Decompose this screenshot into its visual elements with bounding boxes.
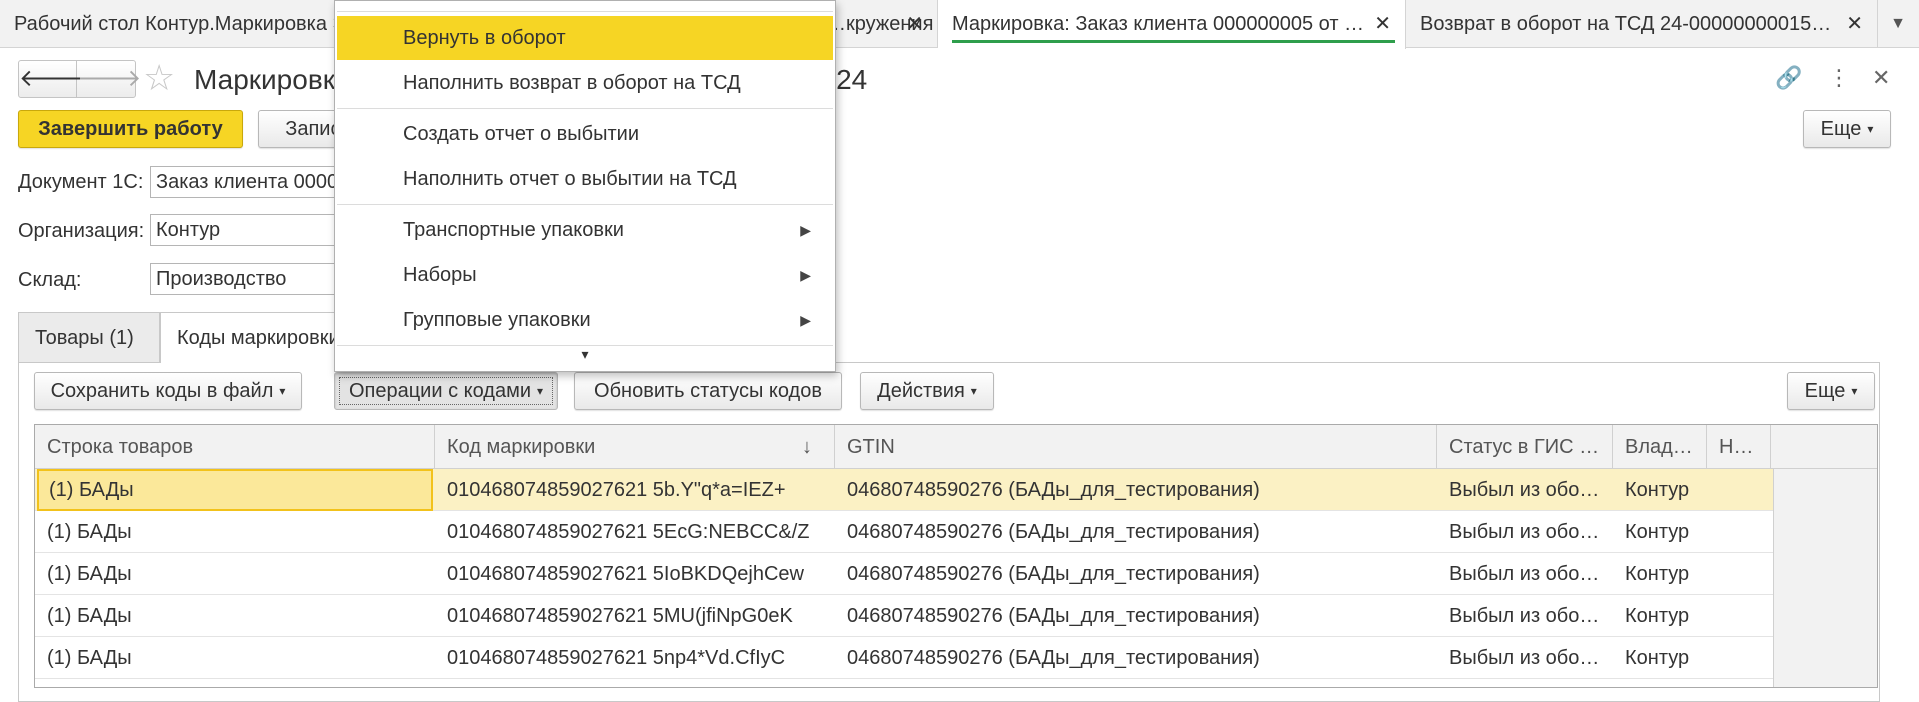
org-field[interactable]: Контур <box>150 214 350 246</box>
cell-gtin[interactable]: 04680748590276 (БАДы_для_тестирования) <box>835 637 1437 679</box>
column-header-owner[interactable]: Влад… <box>1613 425 1707 469</box>
close-icon[interactable]: ✕ <box>1872 62 1890 94</box>
menu-item-create-withdrawal-report[interactable]: Создать отчет о выбытии <box>337 112 833 156</box>
save-codes-button[interactable]: Сохранить коды в файл ▾ <box>34 372 302 410</box>
cell-gtin[interactable]: 04680748590276 (БАДы_для_тестирования) <box>835 553 1437 595</box>
tab-return-tsd[interactable]: Возврат в оборот на ТСД 24-00000000015… ✕ <box>1406 0 1878 48</box>
cell-goods-row[interactable]: (1) БАДы <box>35 637 435 679</box>
table-header: Строка товаров Код маркировки ↓ GTIN Стат… <box>35 425 1877 469</box>
cell-goods-row[interactable]: (1) БАДы <box>35 511 435 553</box>
back-arrow-icon[interactable]: 🡐 <box>19 61 83 97</box>
doc-label: Документ 1С: <box>18 171 144 193</box>
tab-environment[interactable]: …кружения ✕ <box>826 0 938 48</box>
menu-item-group-packages[interactable]: Групповые упаковки ▶ <box>337 298 833 342</box>
cell-gtin[interactable]: 04680748590276 (БАДы_для_тестирования) <box>835 511 1437 553</box>
table-row[interactable]: (1) БАДы 010468074859027621 5b.Y"q*a=IEZ… <box>35 469 1877 511</box>
menu-item-fill-withdrawal-tsd[interactable]: Наполнить отчет о выбытии на ТСД <box>337 157 833 201</box>
cell-owner[interactable]: Контур <box>1613 553 1707 595</box>
cell-owner[interactable]: Контур <box>1613 511 1707 553</box>
cell-goods-row[interactable]: (1) БАДы <box>37 469 433 511</box>
submenu-arrow-icon: ▶ <box>800 312 811 328</box>
warehouse-field[interactable]: Производство <box>150 263 350 295</box>
menu-divider <box>337 108 833 109</box>
column-header-gis-status[interactable]: Статус в ГИС … <box>1437 425 1613 469</box>
table-row[interactable]: (1) БАДы 010468074859027621 5IoBKDQejhCe… <box>35 553 1877 595</box>
cell-gtin[interactable]: 04680748590276 (БАДы_для_тестирования) <box>835 469 1437 511</box>
sort-arrow-icon: ↓ <box>802 436 812 458</box>
table-row[interactable]: (1) БАДы 010468074859027621 5EcG:NEBCC&/… <box>35 511 1877 553</box>
cell-owner[interactable]: Контур <box>1613 637 1707 679</box>
close-icon[interactable]: ✕ <box>906 0 923 48</box>
codes-more-button[interactable]: Еще ▾ <box>1787 372 1875 410</box>
cell-marking-code[interactable]: 010468074859027621 5IoBKDQejhCew <box>435 553 835 595</box>
code-operations-button[interactable]: Операции с кодами ▾ <box>334 372 558 410</box>
tab-marking-order[interactable]: Маркировка: Заказ клиента 000000005 от …… <box>938 0 1406 49</box>
table-scroll-area[interactable] <box>1773 469 1877 687</box>
cell-gis-status[interactable]: Выбыл из обо… <box>1437 511 1613 553</box>
cell-gtin[interactable]: 04680748590276 (БАДы_для_тестирования) <box>835 595 1437 637</box>
close-icon[interactable]: ✕ <box>1846 0 1863 48</box>
menu-item-sets[interactable]: Наборы ▶ <box>337 253 833 297</box>
tab-goods[interactable]: Товары (1) <box>18 312 160 362</box>
column-header-n[interactable]: Н… <box>1707 425 1771 469</box>
more-button[interactable]: Еще ▾ <box>1803 110 1891 148</box>
cell-marking-code[interactable]: 010468074859027621 5np4*Vd.CfIyC <box>435 637 835 679</box>
finish-work-button[interactable]: Завершить работу <box>18 110 243 148</box>
menu-item-return-to-circulation[interactable]: Вернуть в оборот <box>337 16 833 60</box>
doc-field[interactable]: Заказ клиента 000000005 <box>150 166 350 198</box>
nav-buttons: 🡐 🡒 <box>18 60 141 98</box>
menu-divider <box>337 204 833 205</box>
codes-table: Строка товаров Код маркировки ↓ GTIN Стат… <box>34 424 1878 688</box>
cell-goods-row[interactable]: (1) БАДы <box>35 595 435 637</box>
cell-owner[interactable]: Контур <box>1613 469 1707 511</box>
code-operations-menu: Вернуть в оборот Наполнить возврат в обо… <box>334 0 836 372</box>
cell-gis-status[interactable]: Выбыл из обо… <box>1437 469 1613 511</box>
submenu-arrow-icon: ▶ <box>800 222 811 238</box>
submenu-arrow-icon: ▶ <box>800 267 811 283</box>
actions-button[interactable]: Действия ▾ <box>860 372 994 410</box>
more-vertical-icon[interactable]: ⋮ <box>1828 62 1850 94</box>
cell-gis-status[interactable]: Выбыл из обо… <box>1437 595 1613 637</box>
cell-marking-code[interactable]: 010468074859027621 5EcG:NEBCC&/Z <box>435 511 835 553</box>
cell-marking-code[interactable]: 010468074859027621 5MU(jfiNpG0eK <box>435 595 835 637</box>
cell-goods-row[interactable]: (1) БАДы <box>35 553 435 595</box>
refresh-statuses-button[interactable]: Обновить статусы кодов <box>574 372 842 410</box>
table-row[interactable]: (1) БАДы 010468074859027621 5np4*Vd.CfIy… <box>35 637 1877 679</box>
link-icon[interactable]: 🔗 <box>1775 62 1802 94</box>
forward-arrow-icon[interactable]: 🡒 <box>77 61 141 97</box>
tabs-dropdown-icon[interactable]: ▼ <box>1878 0 1918 48</box>
org-label: Организация: <box>18 220 145 242</box>
tab-marking-codes[interactable]: Коды маркировки <box>160 312 350 363</box>
table-row[interactable]: (1) БАДы 010468074859027621 5MU(jfiNpG0e… <box>35 595 1877 637</box>
column-header-goods-row[interactable]: Строка товаров <box>35 425 435 469</box>
menu-divider <box>337 11 833 12</box>
menu-scroll-down-icon[interactable]: ▾ <box>335 345 835 371</box>
favorite-star-icon[interactable]: ☆ <box>143 58 175 98</box>
column-header-marking-code[interactable]: Код маркировки ↓ <box>435 425 835 469</box>
warehouse-label: Склад: <box>18 269 82 291</box>
cell-owner[interactable]: Контур <box>1613 595 1707 637</box>
menu-item-fill-return-tsd[interactable]: Наполнить возврат в оборот на ТСД <box>337 61 833 105</box>
column-header-gtin[interactable]: GTIN <box>835 425 1437 469</box>
menu-item-transport-packages[interactable]: Транспортные упаковки ▶ <box>337 208 833 252</box>
cell-gis-status[interactable]: Выбыл из обо… <box>1437 553 1613 595</box>
cell-marking-code[interactable]: 010468074859027621 5b.Y"q*a=IEZ+ <box>435 469 835 511</box>
tab-desktop[interactable]: Рабочий стол Контур.Маркировка Э <box>0 0 340 48</box>
cell-gis-status[interactable]: Выбыл из обо… <box>1437 637 1613 679</box>
